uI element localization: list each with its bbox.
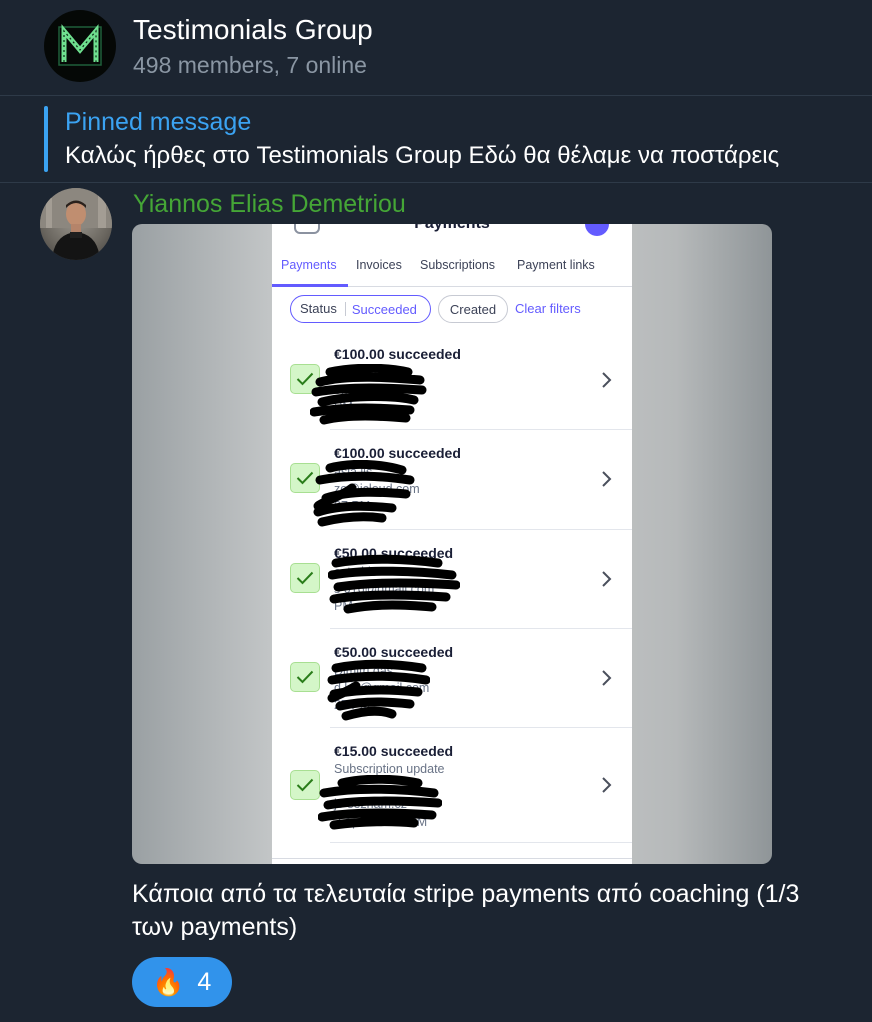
reaction-count: 4: [197, 967, 212, 996]
payment-amount: €15.00 succeeded: [334, 743, 454, 759]
payment-email: s 016@gmail.com: [334, 582, 435, 596]
message-caption: Κάποια από τα τελευταία stripe payments …: [132, 880, 800, 941]
check-icon: [290, 364, 320, 394]
chevron-right-icon: [602, 670, 612, 686]
payments-tabs: Payments Invoices Subscriptions Payment …: [272, 254, 632, 287]
pinned-text: Καλώς ήρθες στο Testimonials Group Εδώ θ…: [65, 142, 780, 169]
active-tab-underline: [272, 284, 348, 287]
chevron-right-icon: [602, 777, 612, 793]
chat-title: Testimonials Group: [133, 14, 373, 45]
payment-date: PM: [334, 599, 353, 613]
payment-email: zo@icloud.com: [334, 482, 420, 496]
payment-row: €50.00 succeeded ostathis s 016@gmail.co…: [272, 529, 632, 629]
payment-amount: €100.00 succeeded: [334, 346, 461, 362]
payment-email: ok.com.gr: [334, 383, 389, 397]
fire-icon: 🔥: [152, 967, 185, 997]
account-avatar-icon: [585, 224, 609, 236]
payment-customer: Dimitri gas: [334, 664, 394, 678]
payment-amount: €50.00 succeeded: [334, 545, 454, 561]
row-divider: [330, 842, 632, 843]
status-filter-pill: Status Succeeded: [290, 295, 431, 323]
status-filter-value: Succeeded: [351, 301, 417, 317]
tab-subscriptions: Subscriptions: [420, 258, 496, 272]
status-filter-label: Status: [291, 302, 346, 316]
pinned-label: Pinned message: [65, 108, 252, 136]
check-icon: [290, 563, 320, 593]
stripe-payments-screenshot: Payments Payments Invoices Subscriptions…: [272, 224, 632, 864]
payment-date: 3 Apr at 3:50 PM: [334, 815, 428, 829]
pinned-accent-bar: [44, 106, 48, 172]
chevron-right-icon: [602, 571, 612, 587]
tab-invoices: Invoices: [356, 258, 402, 272]
check-icon: [290, 770, 320, 800]
payment-customer: Js astasis: [334, 366, 389, 380]
sender-name[interactable]: Yiannos Elias Demetriou: [133, 190, 406, 219]
photo-attachment[interactable]: Payments Payments Invoices Subscriptions…: [132, 224, 772, 864]
reaction-chip[interactable]: 🔥 4: [132, 957, 232, 1007]
payment-customer: asia lis: [334, 465, 373, 479]
tab-payment-links: Payment links: [517, 258, 595, 272]
payment-date: PM: [334, 400, 353, 414]
payment-email: jo seznam.cz: [334, 797, 407, 811]
chevron-right-icon: [602, 372, 612, 388]
pinned-message-bar[interactable]: Pinned message Καλώς ήρθες στο Testimoni…: [0, 96, 872, 182]
payment-customer: ostathis: [334, 565, 378, 579]
clear-filters-link: Clear filters: [515, 301, 581, 316]
payment-email: d kis@gmail.com: [334, 681, 430, 695]
screenshot-title: Payments: [272, 224, 632, 233]
payment-row: €50.00 succeeded Dimitri gas d kis@gmail…: [272, 628, 632, 728]
sender-avatar[interactable]: [40, 188, 112, 260]
person-photo-icon: [40, 188, 112, 260]
payment-amount: €100.00 succeeded: [334, 445, 461, 461]
chevron-right-icon: [602, 471, 612, 487]
payment-date: 27 PM: [334, 698, 371, 712]
chat-member-count: 498 members, 7 online: [133, 52, 367, 78]
group-avatar[interactable]: [44, 10, 116, 82]
screenshot-bottom-divider: [272, 858, 632, 859]
payment-row: €15.00 succeeded Subscription update jo …: [272, 727, 632, 843]
pinned-divider: [0, 182, 872, 183]
check-icon: [290, 662, 320, 692]
m-logo-icon: [58, 24, 102, 66]
created-filter-pill: Created: [438, 295, 508, 323]
check-icon: [290, 463, 320, 493]
payment-date: 27 PM: [334, 499, 371, 513]
chat-header[interactable]: Testimonials Group 498 members, 7 online: [0, 0, 872, 95]
payment-amount: €50.00 succeeded: [334, 644, 454, 660]
payment-row: €100.00 succeeded Js astasis ok.com.gr P…: [272, 330, 632, 430]
created-filter-label: Created: [449, 301, 497, 317]
tab-payments: Payments: [281, 258, 337, 272]
payment-customer: Subscription update: [334, 762, 445, 776]
payment-row: €100.00 succeeded asia lis zo@icloud.com…: [272, 430, 632, 530]
